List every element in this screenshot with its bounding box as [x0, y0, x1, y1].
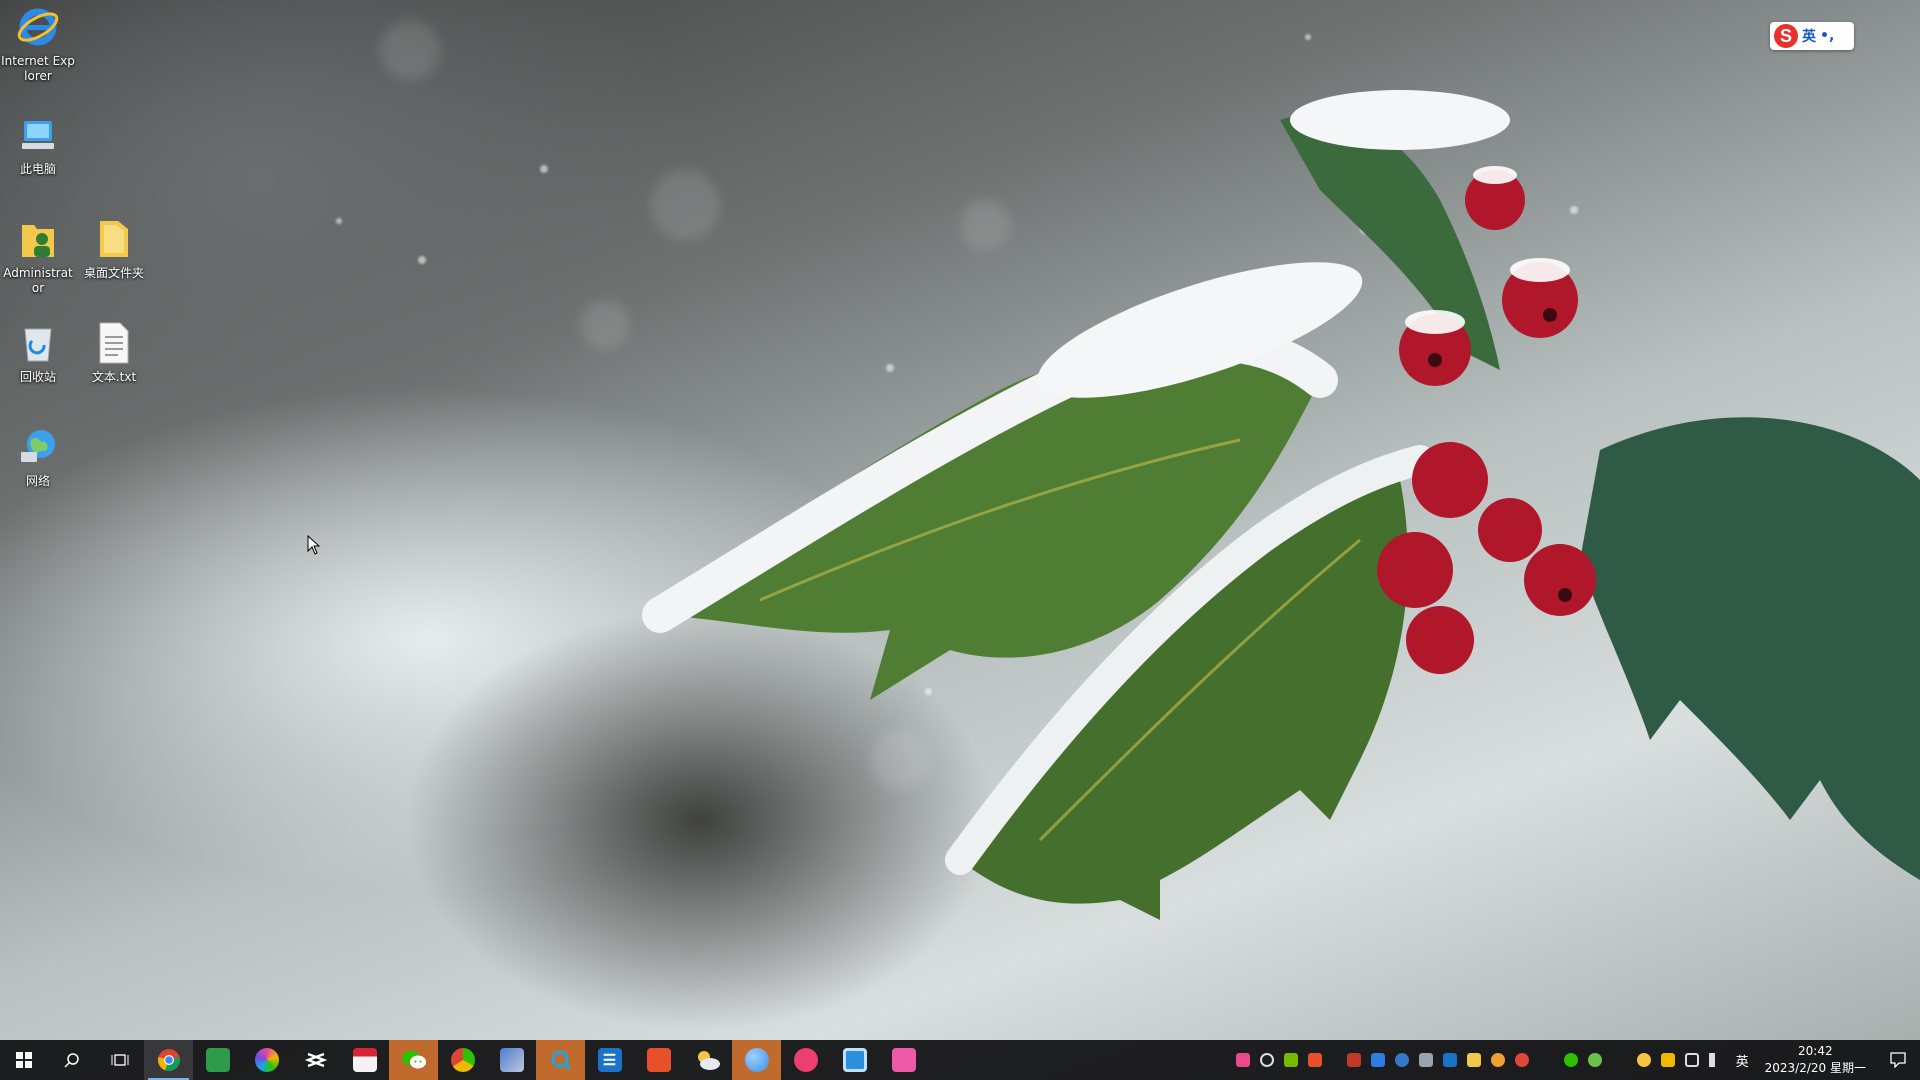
desktop-icon-desktop-folder[interactable]: 桌面文件夹 — [76, 216, 152, 281]
desktop-icon-network[interactable]: 网络 — [0, 424, 76, 489]
tray-qq-icon[interactable] — [1490, 1053, 1505, 1067]
volume-icon[interactable] — [1708, 1053, 1723, 1067]
taskbar-app-window[interactable] — [830, 1040, 879, 1080]
network-icon — [15, 424, 61, 470]
taskbar-app-media[interactable] — [879, 1040, 928, 1080]
spreadsheet-icon — [205, 1048, 230, 1072]
tray-weather-icon[interactable] — [1636, 1053, 1651, 1067]
desktop-icon-label: 文本.txt — [91, 370, 137, 384]
holly-wallpaper-art — [642, 90, 1920, 920]
system-tray: 英 20:42 2023/2/20 星期一 — [1231, 1040, 1920, 1080]
wallpaper — [0, 0, 1920, 1080]
wechat-icon — [401, 1050, 426, 1069]
desktop-icon-recycle-bin[interactable]: 回收站 — [0, 320, 76, 385]
music-app-icon — [793, 1048, 818, 1072]
internet-explorer-icon — [15, 4, 61, 50]
tray-folder-icon[interactable] — [1466, 1053, 1481, 1067]
tray-tool-icon[interactable] — [1346, 1053, 1361, 1067]
taskbar-app-globe-browser[interactable] — [732, 1040, 781, 1080]
this-pc-icon — [15, 112, 61, 158]
tray-nvidia-icon[interactable] — [1283, 1053, 1298, 1067]
magnifier-app-icon — [551, 1050, 571, 1071]
editor-e-icon: ☰ — [597, 1048, 622, 1072]
ime-status-badge[interactable]: S 英 •, — [1770, 22, 1854, 50]
recycle-bin-icon — [15, 320, 61, 366]
tray-video-icon[interactable] — [1307, 1053, 1322, 1067]
taskbar: ☰ 英 20:42 2023/2/20 星期一 — [0, 1040, 1920, 1080]
notification-icon — [1890, 1052, 1906, 1068]
tray-sync-icon[interactable] — [1394, 1053, 1409, 1067]
taskbar-app-video-player[interactable] — [634, 1040, 683, 1080]
system-tool-icon — [499, 1048, 524, 1072]
ime-language-label: 英 — [1802, 29, 1816, 45]
windows-logo-icon — [16, 1052, 32, 1068]
clock[interactable]: 20:42 2023/2/20 星期一 — [1757, 1043, 1876, 1077]
browser-icon — [450, 1048, 475, 1072]
tray-k-icon[interactable] — [1370, 1053, 1385, 1067]
task-view-button[interactable] — [96, 1040, 144, 1080]
taskbar-app-color-picker[interactable] — [242, 1040, 291, 1080]
tray-app-icon[interactable] — [1235, 1053, 1250, 1067]
text-file-icon — [91, 320, 137, 366]
clock-date: 2023/2/20 星期一 — [1764, 1061, 1866, 1075]
taskbar-app-music[interactable] — [781, 1040, 830, 1080]
taskbar-app-search-tool[interactable] — [536, 1040, 585, 1080]
desktop-icon-label: Administrator — [3, 266, 73, 295]
tray-qq2-icon[interactable] — [1514, 1053, 1529, 1067]
taskbar-app-weather[interactable] — [683, 1040, 732, 1080]
taskbar-app-system-tool[interactable] — [487, 1040, 536, 1080]
media-app-icon — [891, 1048, 916, 1072]
tray-shield-icon[interactable] — [1660, 1053, 1675, 1067]
tray-wechat-icon[interactable] — [1563, 1053, 1578, 1067]
taskbar-app-spreadsheet[interactable] — [193, 1040, 242, 1080]
color-wheel-icon — [254, 1048, 279, 1072]
start-button[interactable] — [0, 1040, 48, 1080]
chrome-icon — [157, 1049, 180, 1072]
taskbar-app-capcut[interactable] — [291, 1040, 340, 1080]
capcut-icon — [304, 1052, 327, 1068]
desktop-icon-label: 此电脑 — [19, 162, 56, 176]
network-status-icon[interactable] — [1684, 1053, 1699, 1067]
desktop-icon-internet-explorer[interactable]: Internet Explorer — [0, 4, 76, 84]
search-button[interactable] — [48, 1040, 96, 1080]
ime-language-indicator[interactable]: 英 — [1728, 1051, 1757, 1070]
folder-icon — [91, 216, 137, 262]
weather-icon — [697, 1051, 720, 1070]
desktop-icon-this-pc[interactable]: 此电脑 — [0, 112, 76, 177]
tray-green-icon[interactable] — [1587, 1053, 1602, 1067]
taskbar-app-chrome[interactable] — [144, 1040, 193, 1080]
desktop-icon-administrator[interactable]: Administrator — [0, 216, 76, 296]
taskbar-app-editor[interactable]: ☰ — [585, 1040, 634, 1080]
tray-editor-icon[interactable] — [1442, 1053, 1457, 1067]
user-folder-icon — [15, 216, 61, 262]
video-player-icon — [646, 1048, 671, 1072]
tray-screen-icon[interactable] — [1418, 1053, 1433, 1067]
search-icon — [64, 1053, 79, 1068]
taskbar-app-wechat[interactable] — [389, 1040, 438, 1080]
ime-punctuation-label: •, — [1820, 28, 1835, 44]
sogou-logo-icon: S — [1774, 24, 1798, 48]
desktop-icon-label: 回收站 — [19, 370, 56, 384]
taskbar-app-calendar[interactable] — [340, 1040, 389, 1080]
action-center-button[interactable] — [1876, 1040, 1920, 1080]
desktop-icon-label: 桌面文件夹 — [83, 266, 144, 280]
desktop-icon-label: 网络 — [25, 474, 50, 488]
desktop-icon-label: Internet Explorer — [1, 54, 75, 83]
taskbar-app-browser[interactable] — [438, 1040, 487, 1080]
clock-time: 20:42 — [1798, 1044, 1833, 1058]
calendar-icon — [352, 1048, 377, 1072]
mouse-cursor-icon — [307, 535, 321, 555]
tray-link-icon[interactable] — [1259, 1053, 1274, 1067]
window-app-icon — [842, 1048, 867, 1072]
task-view-icon — [111, 1054, 129, 1066]
globe-icon — [744, 1048, 769, 1072]
desktop-icon-text-file[interactable]: 文本.txt — [76, 320, 152, 385]
